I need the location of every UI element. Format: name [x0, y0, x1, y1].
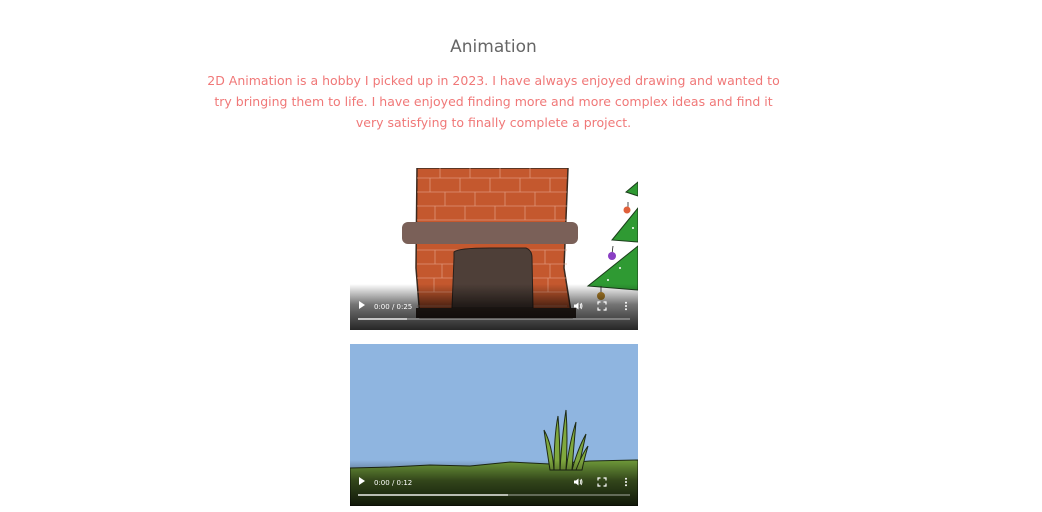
- video-time: 0:00 / 0:25: [374, 303, 413, 311]
- video-controls: 0:00 / 0:12: [350, 460, 638, 506]
- more-options-icon[interactable]: [621, 477, 631, 487]
- video-progress-bar[interactable]: [358, 318, 630, 320]
- volume-icon[interactable]: [573, 477, 583, 487]
- play-icon[interactable]: [358, 476, 366, 486]
- video-buffered: [358, 494, 508, 496]
- fullscreen-icon[interactable]: [597, 301, 607, 311]
- section-description: 2D Animation is a hobby I picked up in 2…: [207, 73, 780, 130]
- volume-icon[interactable]: [573, 301, 583, 311]
- more-options-icon[interactable]: [621, 301, 631, 311]
- video-player-fireplace[interactable]: 0:00 / 0:25: [350, 168, 638, 330]
- video-player-grass[interactable]: 0:00 / 0:12: [350, 344, 638, 506]
- video-controls: 0:00 / 0:25: [350, 284, 638, 330]
- video-progress-bar[interactable]: [358, 494, 630, 496]
- fullscreen-icon[interactable]: [597, 477, 607, 487]
- play-icon[interactable]: [358, 300, 366, 310]
- section-title: Animation: [450, 37, 537, 57]
- video-time: 0:00 / 0:12: [374, 479, 413, 487]
- video-buffered: [358, 318, 407, 320]
- page: Animation 2D Animation is a hobby I pick…: [0, 0, 1042, 512]
